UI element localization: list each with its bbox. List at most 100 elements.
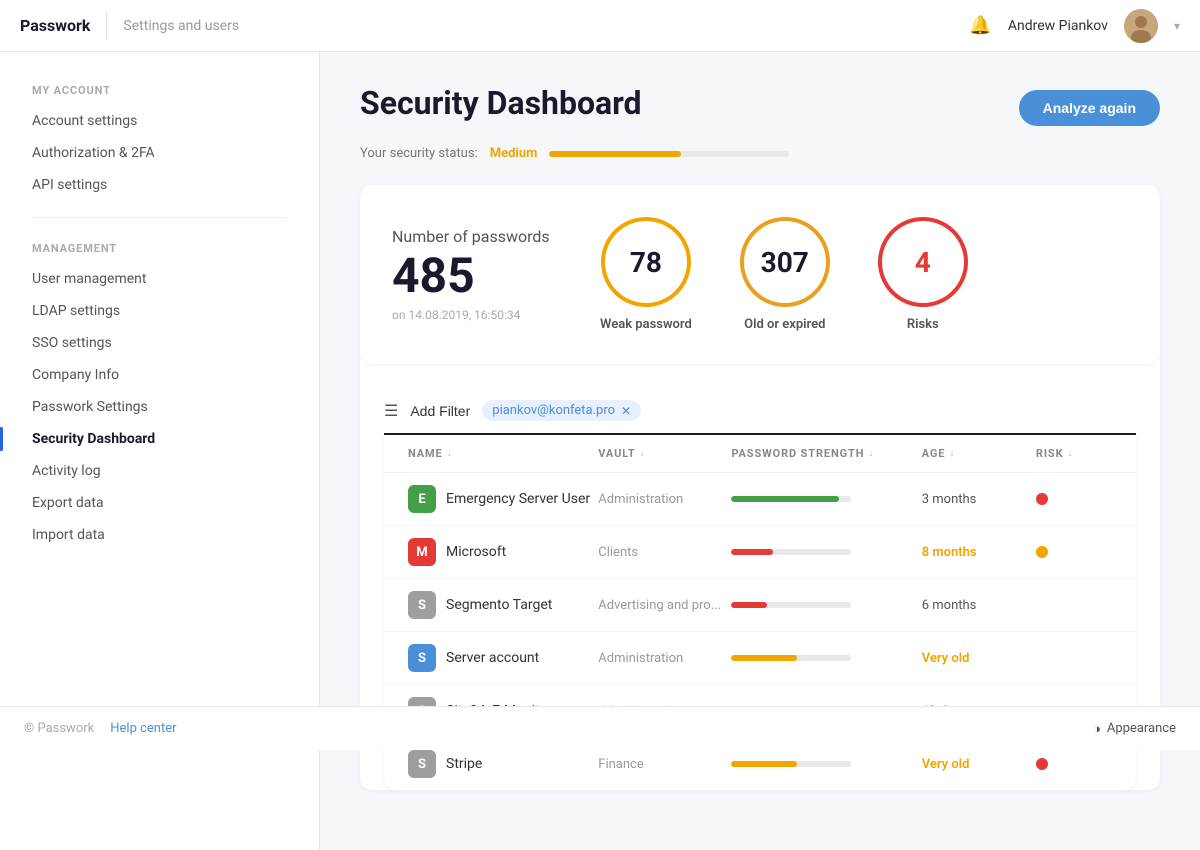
stats-wrapper: Number of passwords 485 on 14.08.2019, 1… [360,185,1160,790]
password-count-label: Number of passwords [392,227,552,246]
risk-dot [1036,493,1048,505]
strength-bar-container [731,655,851,661]
table-row[interactable]: S Segmento Target Advertising and pro...… [384,579,1136,632]
sidebar-item-label: SSO settings [32,335,112,351]
sidebar-item-label: Account settings [32,113,137,129]
sidebar-item-api-settings[interactable]: API settings [0,169,319,201]
old-expired-circle: 307 [740,217,830,307]
strength-bar [731,549,773,555]
strength-bar-container [731,496,851,502]
top-navigation: Passwork Settings and users 🔔 Andrew Pia… [0,0,1200,52]
strength-bar [731,496,839,502]
sort-arrow-name[interactable]: ↓ [447,448,453,459]
filter-tag-value: piankov@konfeta.pro [492,403,615,418]
weak-password-label: Weak password [600,317,692,332]
sidebar-item-sso-settings[interactable]: SSO settings [0,327,319,359]
analyze-again-button[interactable]: Analyze again [1019,90,1160,126]
sidebar-item-label: Authorization & 2FA [32,145,155,161]
vault-text: Clients [598,545,638,560]
old-expired-label: Old or expired [744,317,825,332]
age-text: Very old [922,651,970,666]
sidebar-item-account-settings[interactable]: Account settings [0,105,319,137]
sidebar-item-ldap-settings[interactable]: LDAP settings [0,295,319,327]
management-section-label: MANAGEMENT [0,242,319,255]
age-text: 3 months [922,492,977,507]
table-row[interactable]: E Emergency Server User Administration 3… [384,473,1136,526]
entry-icon: S [408,750,436,778]
sort-arrow-vault[interactable]: ↓ [640,448,646,459]
progress-bar-fill [549,151,681,157]
entry-icon: S [408,644,436,672]
cell-name: S Stripe [408,750,598,778]
filter-icon: ☰ [384,401,398,420]
risks-label: Risks [907,317,939,332]
add-filter-button[interactable]: Add Filter [410,403,470,419]
status-label: Your security status: [360,146,478,161]
cell-vault: Finance [598,757,731,772]
sidebar-item-label: Passwork Settings [32,399,148,415]
sidebar-item-label: Import data [32,527,105,543]
nav-subtitle: Settings and users [123,18,239,34]
sort-arrow-age[interactable]: ↓ [949,448,955,459]
sort-arrow-strength[interactable]: ↓ [868,448,874,459]
col-header-strength: PASSWORD STRENGTH ↓ [731,447,921,460]
entry-name: Microsoft [446,544,506,560]
entry-icon: M [408,538,436,566]
sidebar-item-activity-log[interactable]: Activity log [0,455,319,487]
cell-vault: Administration [598,651,731,666]
sort-arrow-risk[interactable]: ↓ [1067,448,1073,459]
user-name: Andrew Piankov [1008,18,1108,34]
cell-risk [1036,546,1112,558]
cell-vault: Advertising and pro... [598,598,731,613]
sidebar-item-label: Security Dashboard [32,431,155,447]
col-header-risk: RISK ↓ [1036,447,1112,460]
cell-name: S Segmento Target [408,591,598,619]
col-header-name: NAME ↓ [408,447,598,460]
old-expired-stat: 307 Old or expired [740,217,830,332]
notification-bell-icon[interactable]: 🔔 [969,15,991,36]
password-count-number: 485 [392,252,552,300]
sidebar-item-import-data[interactable]: Import data [0,519,319,551]
nav-right: 🔔 Andrew Piankov ▾ [969,9,1180,43]
footer-help-link[interactable]: Help center [110,721,176,736]
stats-circles: 78 Weak password 307 Old or expired 4 [600,217,968,332]
cell-name: S Server account [408,644,598,672]
security-status-bar: Your security status: Medium [360,146,1160,161]
sidebar-item-label: API settings [32,177,107,193]
sidebar-item-passwork-settings[interactable]: Passwork Settings [0,391,319,423]
weak-password-value: 78 [630,246,662,279]
strength-bar-container [731,761,851,767]
filter-tag: piankov@konfeta.pro ✕ [482,400,641,421]
sidebar-item-export-data[interactable]: Export data [0,487,319,519]
footer-appearance-button[interactable]: ◑ Appearance [1093,721,1176,737]
filter-tag-close-icon[interactable]: ✕ [621,404,631,418]
cell-strength [731,496,921,502]
status-value: Medium [490,146,538,161]
user-menu-chevron-icon[interactable]: ▾ [1174,19,1180,33]
cell-name: M Microsoft [408,538,598,566]
filter-bar: ☰ Add Filter piankov@konfeta.pro ✕ [384,388,1136,435]
sidebar-item-authorization-2fa[interactable]: Authorization & 2FA [0,137,319,169]
app-logo[interactable]: Passwork [20,16,90,35]
cell-strength [731,655,921,661]
avatar[interactable] [1124,9,1158,43]
strength-bar-container [731,602,851,608]
vault-text: Advertising and pro... [598,598,721,613]
table-row[interactable]: M Microsoft Clients 8 months [384,526,1136,579]
cell-strength [731,549,921,555]
appearance-icon: ◑ [1093,721,1101,737]
page-header: Security Dashboard Analyze again [360,84,1160,126]
sidebar-item-user-management[interactable]: User management [0,263,319,295]
table-header: NAME ↓ VAULT ↓ PASSWORD STRENGTH ↓ AGE [384,435,1136,473]
sidebar-item-company-info[interactable]: Company Info [0,359,319,391]
cell-risk [1036,493,1112,505]
cell-name: E Emergency Server User [408,485,598,513]
cell-strength [731,602,921,608]
table-row[interactable]: S Server account Administration Very old [384,632,1136,685]
sidebar-item-label: Activity log [32,463,101,479]
sidebar-item-label: User management [32,271,146,287]
entry-icon: E [408,485,436,513]
my-account-section-label: MY ACCOUNT [0,84,319,97]
sidebar-item-security-dashboard[interactable]: Security Dashboard [0,423,319,455]
nav-divider [106,12,107,40]
